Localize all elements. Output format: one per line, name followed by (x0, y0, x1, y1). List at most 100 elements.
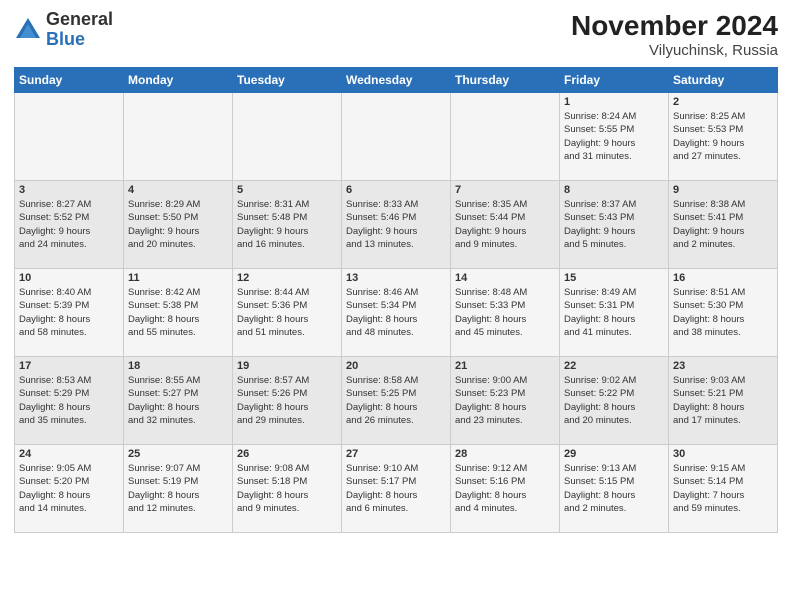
day-number: 25 (128, 448, 228, 460)
calendar-cell: 29 Sunrise: 9:13 AM Sunset: 5:15 PM Dayli… (560, 445, 669, 533)
day-number: 22 (564, 360, 664, 372)
calendar-cell: 13 Sunrise: 8:46 AM Sunset: 5:34 PM Dayli… (342, 269, 451, 357)
calendar-cell (15, 93, 124, 181)
day-number: 4 (128, 184, 228, 196)
calendar-week-5: 24 Sunrise: 9:05 AM Sunset: 5:20 PM Dayli… (15, 445, 778, 533)
calendar-header: Sunday Monday Tuesday Wednesday Thursday… (15, 68, 778, 93)
day-info: Sunrise: 8:24 AM Sunset: 5:55 PM Dayligh… (564, 110, 664, 163)
header-tuesday: Tuesday (233, 68, 342, 93)
day-number: 27 (346, 448, 446, 460)
calendar-cell: 12 Sunrise: 8:44 AM Sunset: 5:36 PM Dayli… (233, 269, 342, 357)
day-number: 28 (455, 448, 555, 460)
calendar-cell: 2 Sunrise: 8:25 AM Sunset: 5:53 PM Daylig… (669, 93, 778, 181)
calendar-table: Sunday Monday Tuesday Wednesday Thursday… (14, 67, 778, 533)
day-info: Sunrise: 8:37 AM Sunset: 5:43 PM Dayligh… (564, 198, 664, 251)
calendar-cell (233, 93, 342, 181)
calendar-cell: 24 Sunrise: 9:05 AM Sunset: 5:20 PM Dayli… (15, 445, 124, 533)
logo-blue: Blue (46, 29, 85, 49)
calendar-cell: 3Sunrise: 8:27 AM Sunset: 5:52 PM Daylig… (15, 181, 124, 269)
calendar-cell: 17 Sunrise: 8:53 AM Sunset: 5:29 PM Dayli… (15, 357, 124, 445)
day-info: Sunrise: 8:33 AM Sunset: 5:46 PM Dayligh… (346, 198, 446, 251)
location: Vilyuchinsk, Russia (571, 42, 778, 59)
calendar-week-2: 3Sunrise: 8:27 AM Sunset: 5:52 PM Daylig… (15, 181, 778, 269)
day-info: Sunrise: 8:35 AM Sunset: 5:44 PM Dayligh… (455, 198, 555, 251)
calendar-cell: 23 Sunrise: 9:03 AM Sunset: 5:21 PM Dayli… (669, 357, 778, 445)
day-number: 19 (237, 360, 337, 372)
logo-general: General (46, 9, 113, 29)
page-header: General Blue November 2024 Vilyuchinsk, … (14, 10, 778, 59)
logo-text: General Blue (46, 10, 113, 50)
day-number: 24 (19, 448, 119, 460)
header-wednesday: Wednesday (342, 68, 451, 93)
weekday-header-row: Sunday Monday Tuesday Wednesday Thursday… (15, 68, 778, 93)
calendar-cell: 8 Sunrise: 8:37 AM Sunset: 5:43 PM Daylig… (560, 181, 669, 269)
header-saturday: Saturday (669, 68, 778, 93)
day-info: Sunrise: 9:13 AM Sunset: 5:15 PM Dayligh… (564, 462, 664, 515)
day-info: Sunrise: 9:02 AM Sunset: 5:22 PM Dayligh… (564, 374, 664, 427)
day-number: 14 (455, 272, 555, 284)
day-info: Sunrise: 8:49 AM Sunset: 5:31 PM Dayligh… (564, 286, 664, 339)
calendar-cell: 10Sunrise: 8:40 AM Sunset: 5:39 PM Dayli… (15, 269, 124, 357)
day-info: Sunrise: 8:48 AM Sunset: 5:33 PM Dayligh… (455, 286, 555, 339)
day-info: Sunrise: 8:44 AM Sunset: 5:36 PM Dayligh… (237, 286, 337, 339)
day-number: 1 (564, 96, 664, 108)
calendar-cell (124, 93, 233, 181)
day-number: 2 (673, 96, 773, 108)
calendar-cell: 26Sunrise: 9:08 AM Sunset: 5:18 PM Dayli… (233, 445, 342, 533)
calendar-cell: 1 Sunrise: 8:24 AM Sunset: 5:55 PM Daylig… (560, 93, 669, 181)
day-info: Sunrise: 8:27 AM Sunset: 5:52 PM Dayligh… (19, 198, 119, 251)
title-block: November 2024 Vilyuchinsk, Russia (571, 10, 778, 59)
calendar-week-3: 10Sunrise: 8:40 AM Sunset: 5:39 PM Dayli… (15, 269, 778, 357)
calendar-cell: 18 Sunrise: 8:55 AM Sunset: 5:27 PM Dayli… (124, 357, 233, 445)
day-number: 29 (564, 448, 664, 460)
day-info: Sunrise: 8:58 AM Sunset: 5:25 PM Dayligh… (346, 374, 446, 427)
day-number: 30 (673, 448, 773, 460)
calendar-cell: 5Sunrise: 8:31 AM Sunset: 5:48 PM Daylig… (233, 181, 342, 269)
day-info: Sunrise: 8:29 AM Sunset: 5:50 PM Dayligh… (128, 198, 228, 251)
day-info: Sunrise: 8:53 AM Sunset: 5:29 PM Dayligh… (19, 374, 119, 427)
day-info: Sunrise: 8:46 AM Sunset: 5:34 PM Dayligh… (346, 286, 446, 339)
calendar-cell: 30 Sunrise: 9:15 AM Sunset: 5:14 PM Dayli… (669, 445, 778, 533)
calendar-cell (342, 93, 451, 181)
day-number: 21 (455, 360, 555, 372)
day-info: Sunrise: 8:55 AM Sunset: 5:27 PM Dayligh… (128, 374, 228, 427)
day-number: 17 (19, 360, 119, 372)
calendar-cell: 4 Sunrise: 8:29 AM Sunset: 5:50 PM Daylig… (124, 181, 233, 269)
day-number: 26 (237, 448, 337, 460)
calendar-cell: 6 Sunrise: 8:33 AM Sunset: 5:46 PM Daylig… (342, 181, 451, 269)
day-number: 11 (128, 272, 228, 284)
page-container: General Blue November 2024 Vilyuchinsk, … (0, 0, 792, 543)
day-info: Sunrise: 8:51 AM Sunset: 5:30 PM Dayligh… (673, 286, 773, 339)
day-info: Sunrise: 9:10 AM Sunset: 5:17 PM Dayligh… (346, 462, 446, 515)
day-number: 18 (128, 360, 228, 372)
header-sunday: Sunday (15, 68, 124, 93)
calendar-week-4: 17 Sunrise: 8:53 AM Sunset: 5:29 PM Dayli… (15, 357, 778, 445)
calendar-cell: 14 Sunrise: 8:48 AM Sunset: 5:33 PM Dayli… (451, 269, 560, 357)
day-number: 12 (237, 272, 337, 284)
day-number: 7 (455, 184, 555, 196)
calendar-cell: 7 Sunrise: 8:35 AM Sunset: 5:44 PM Daylig… (451, 181, 560, 269)
day-info: Sunrise: 8:25 AM Sunset: 5:53 PM Dayligh… (673, 110, 773, 163)
day-info: Sunrise: 9:15 AM Sunset: 5:14 PM Dayligh… (673, 462, 773, 515)
day-number: 13 (346, 272, 446, 284)
calendar-cell: 15 Sunrise: 8:49 AM Sunset: 5:31 PM Dayli… (560, 269, 669, 357)
day-number: 10 (19, 272, 119, 284)
calendar-cell: 25 Sunrise: 9:07 AM Sunset: 5:19 PM Dayli… (124, 445, 233, 533)
day-info: Sunrise: 9:03 AM Sunset: 5:21 PM Dayligh… (673, 374, 773, 427)
calendar-week-1: 1 Sunrise: 8:24 AM Sunset: 5:55 PM Daylig… (15, 93, 778, 181)
calendar-cell: 22 Sunrise: 9:02 AM Sunset: 5:22 PM Dayli… (560, 357, 669, 445)
calendar-cell: 11Sunrise: 8:42 AM Sunset: 5:38 PM Dayli… (124, 269, 233, 357)
day-number: 16 (673, 272, 773, 284)
header-monday: Monday (124, 68, 233, 93)
calendar-body: 1 Sunrise: 8:24 AM Sunset: 5:55 PM Daylig… (15, 93, 778, 533)
day-number: 6 (346, 184, 446, 196)
calendar-cell (451, 93, 560, 181)
day-info: Sunrise: 9:07 AM Sunset: 5:19 PM Dayligh… (128, 462, 228, 515)
day-number: 15 (564, 272, 664, 284)
calendar-cell: 16 Sunrise: 8:51 AM Sunset: 5:30 PM Dayli… (669, 269, 778, 357)
day-number: 23 (673, 360, 773, 372)
day-info: Sunrise: 9:05 AM Sunset: 5:20 PM Dayligh… (19, 462, 119, 515)
day-info: Sunrise: 9:00 AM Sunset: 5:23 PM Dayligh… (455, 374, 555, 427)
calendar-cell: 21 Sunrise: 9:00 AM Sunset: 5:23 PM Dayli… (451, 357, 560, 445)
day-number: 8 (564, 184, 664, 196)
